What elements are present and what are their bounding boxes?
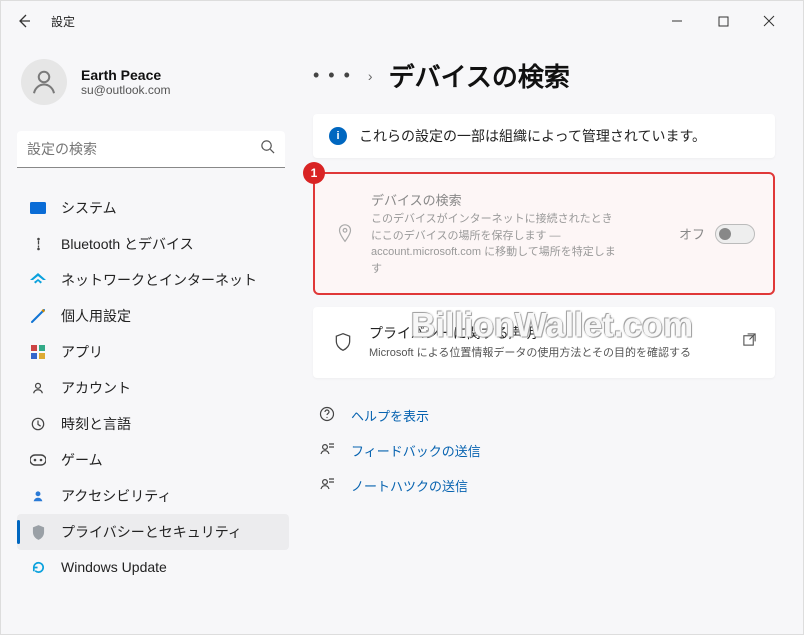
feedback-link[interactable]: フィードバックの送信 [319,441,775,460]
nav-icon [29,343,47,361]
search-input[interactable] [27,141,260,157]
nav-label: ネットワークとインターネット [61,270,257,290]
maximize-icon [718,16,729,27]
sidebar-item-8[interactable]: アクセシビリティ [17,478,289,514]
minimize-button[interactable] [663,7,691,35]
sidebar-item-5[interactable]: アカウント [17,370,289,406]
nav-label: アプリ [61,342,103,362]
back-button[interactable] [9,6,39,36]
annotation-badge: 1 [303,162,325,184]
page-title: デバイスの検索 [389,57,570,94]
profile[interactable]: Earth Peace su@outlook.com [21,59,289,105]
nav-label: Bluetooth とデバイス [61,234,194,254]
nav-icon [29,451,47,469]
help-link-label: ヘルプを表示 [351,406,429,425]
nav-icon [29,558,47,576]
card-title: デバイスの検索 [371,190,665,209]
info-icon: i [329,127,347,145]
nav-icon [29,307,47,325]
notes-icon [319,476,337,495]
minimize-icon [671,15,683,27]
nav-icon [29,199,47,217]
open-link-icon [742,332,757,352]
find-my-device-card[interactable]: 1 デバイスの検索 このデバイスがインターネットに接続されたときにこのデバイスの… [313,172,775,295]
help-icon [319,406,337,425]
nav-icon [29,523,47,541]
sidebar-item-9[interactable]: プライバシーとセキュリティ [17,514,289,550]
nav-label: プライバシーとセキュリティ [61,522,242,542]
sidebar-item-1[interactable]: Bluetooth とデバイス [17,226,289,262]
nav-label: アクセシビリティ [61,486,171,506]
window-controls [663,7,795,35]
close-icon [763,15,775,27]
titlebar: 設定 [1,1,803,41]
nav-icon [29,415,47,433]
nav-label: アカウント [61,378,131,398]
privacy-desc: Microsoft による位置情報データの使用方法とその目的を確認する [369,345,709,362]
search-icon [260,139,275,159]
arrow-left-icon [16,13,32,29]
nav-label: 個人用設定 [61,306,131,326]
card-description: このデバイスがインターネットに接続されたときにこのデバイスの場所を保存します —… [371,211,621,277]
sidebar-item-2[interactable]: ネットワークとインターネット [17,262,289,298]
privacy-title: プライバシーに関する声明 [369,323,728,343]
help-link[interactable]: ヘルプを表示 [319,406,775,425]
nav: システム Bluetooth とデバイスネットワークとインターネット個人用設定アプ… [17,190,289,584]
window-title: 設定 [51,13,75,30]
search-box[interactable] [17,131,285,168]
chevron-right-icon: › [368,68,373,84]
help-links: ヘルプを表示 フィードバックの送信 ノートハツクの送信 [313,406,775,495]
sidebar-item-3[interactable]: 個人用設定 [17,298,289,334]
nav-icon [29,487,47,505]
nav-icon [29,235,47,253]
location-pin-icon [333,223,357,245]
notes-link[interactable]: ノートハツクの送信 [319,476,775,495]
profile-name: Earth Peace [81,67,171,83]
avatar [21,59,67,105]
feedback-icon [319,441,337,460]
sidebar-item-0[interactable]: システム [17,190,289,226]
person-icon [29,67,59,97]
breadcrumb-more[interactable]: • • • [313,65,352,86]
toggle-label: オフ [679,224,705,243]
nav-label: システム [61,198,117,218]
sidebar-item-4[interactable]: アプリ [17,334,289,370]
maximize-button[interactable] [709,7,737,35]
info-banner: i これらの設定の一部は組織によって管理されています。 [313,114,775,158]
profile-email: su@outlook.com [81,83,171,97]
feedback-link-label: フィードバックの送信 [351,441,481,460]
sidebar-item-7[interactable]: ゲーム [17,442,289,478]
close-button[interactable] [755,7,783,35]
nav-icon [29,379,47,397]
main-content: • • • › デバイスの検索 i これらの設定の一部は組織によって管理されてい… [301,41,803,634]
notes-link-label: ノートハツクの送信 [351,476,468,495]
find-my-device-toggle[interactable] [715,224,755,244]
nav-label: Windows Update [61,559,167,575]
privacy-statement-card[interactable]: プライバシーに関する声明 Microsoft による位置情報データの使用方法とそ… [313,307,775,378]
nav-label: 時刻と言語 [61,414,131,434]
sidebar: Earth Peace su@outlook.com システム Bluetooth… [1,41,301,634]
nav-label: ゲーム [61,450,103,470]
sidebar-item-6[interactable]: 時刻と言語 [17,406,289,442]
sidebar-item-10[interactable]: Windows Update [17,550,289,584]
breadcrumb: • • • › デバイスの検索 [313,57,775,94]
nav-icon [29,271,47,289]
shield-icon [331,331,355,353]
info-banner-text: これらの設定の一部は組織によって管理されています。 [359,126,706,146]
